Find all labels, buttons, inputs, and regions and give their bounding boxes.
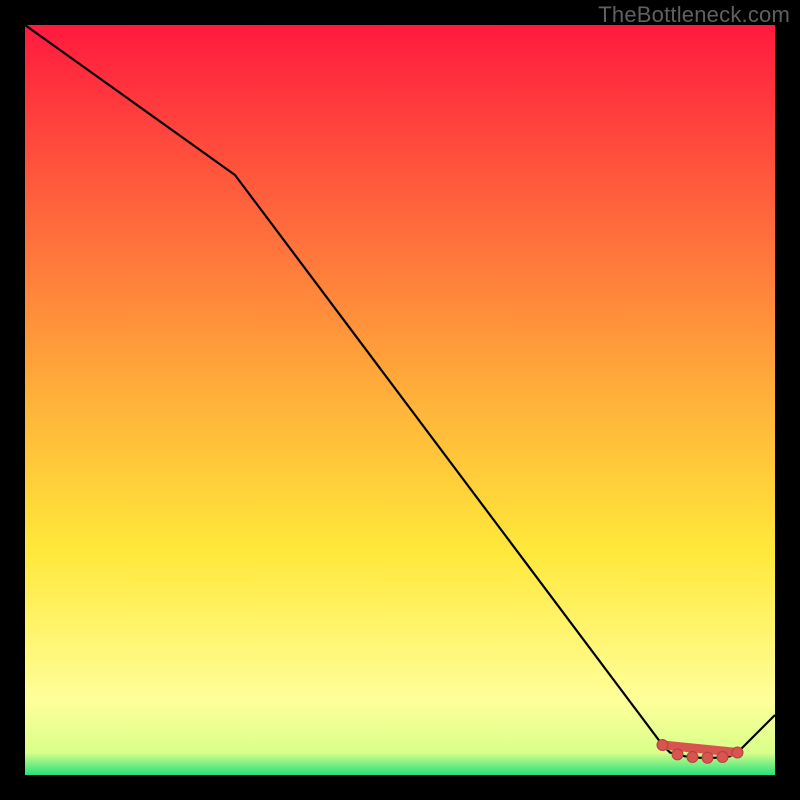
data-marker (732, 747, 743, 758)
data-marker (672, 749, 683, 760)
heatmap-background (25, 25, 775, 775)
chart-plot (25, 25, 775, 775)
data-marker (687, 752, 698, 763)
data-marker (717, 752, 728, 763)
chart-container: TheBottleneck.com (0, 0, 800, 800)
data-marker (702, 752, 713, 763)
data-marker (657, 740, 668, 751)
